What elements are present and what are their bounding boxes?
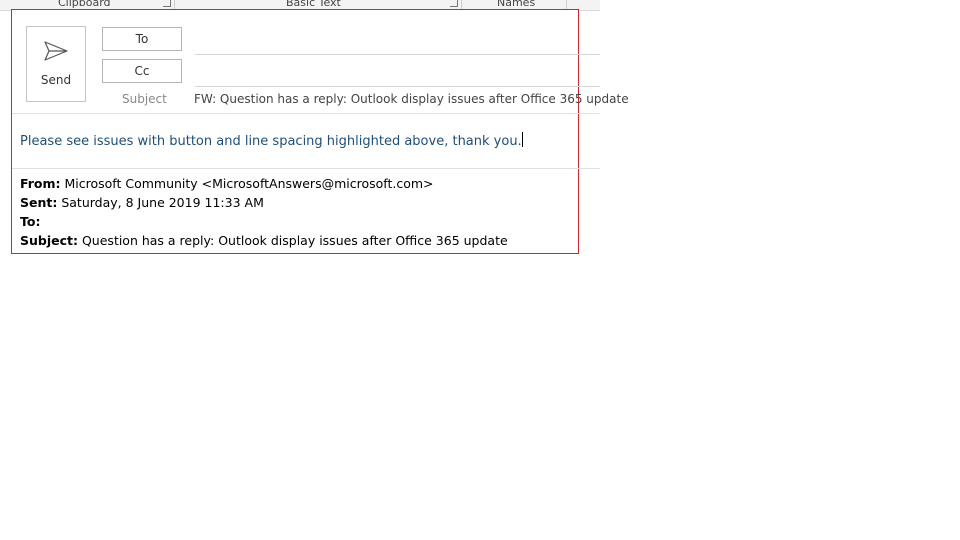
ribbon-group-clipboard-label: Clipboard	[58, 0, 111, 9]
message-body[interactable]: Please see issues with button and line s…	[20, 132, 523, 149]
forwarded-from: From: Microsoft Community <MicrosoftAnsw…	[20, 176, 434, 191]
subject-field[interactable]: FW: Question has a reply: Outlook displa…	[194, 92, 629, 106]
compose-pane: Send To Cc Subject FW: Question has a re…	[11, 9, 629, 254]
dialog-launcher-icon[interactable]	[450, 0, 458, 7]
cc-field[interactable]	[195, 86, 600, 87]
ribbon-group-basic-text-label: Basic Text	[286, 0, 341, 9]
from-value: Microsoft Community <MicrosoftAnswers@mi…	[60, 176, 434, 191]
from-label: From:	[20, 176, 61, 191]
forward-divider	[12, 168, 600, 169]
forwarded-subject: Subject: Question has a reply: Outlook d…	[20, 233, 508, 248]
subject-header-label: Subject:	[20, 233, 78, 248]
dialog-launcher-icon[interactable]	[163, 0, 171, 7]
send-label: Send	[40, 73, 72, 87]
sent-label: Sent:	[20, 195, 58, 210]
header-divider	[12, 113, 600, 114]
forwarded-to: To:	[20, 214, 40, 229]
subject-header-value: Question has a reply: Outlook display is…	[78, 233, 508, 248]
body-text: Please see issues with button and line s…	[20, 134, 522, 149]
text-caret	[521, 132, 523, 147]
to-field[interactable]	[195, 54, 600, 55]
sent-value: Saturday, 8 June 2019 11:33 AM	[57, 195, 264, 210]
send-arrow-icon	[44, 41, 68, 61]
ribbon-group-names-label: Names	[497, 0, 536, 9]
cc-button[interactable]: Cc	[102, 59, 182, 83]
subject-label: Subject	[122, 92, 167, 106]
forwarded-sent: Sent: Saturday, 8 June 2019 11:33 AM	[20, 195, 264, 210]
to-button[interactable]: To	[102, 27, 182, 51]
to-label: To:	[20, 214, 41, 229]
send-button[interactable]: Send	[26, 26, 86, 102]
